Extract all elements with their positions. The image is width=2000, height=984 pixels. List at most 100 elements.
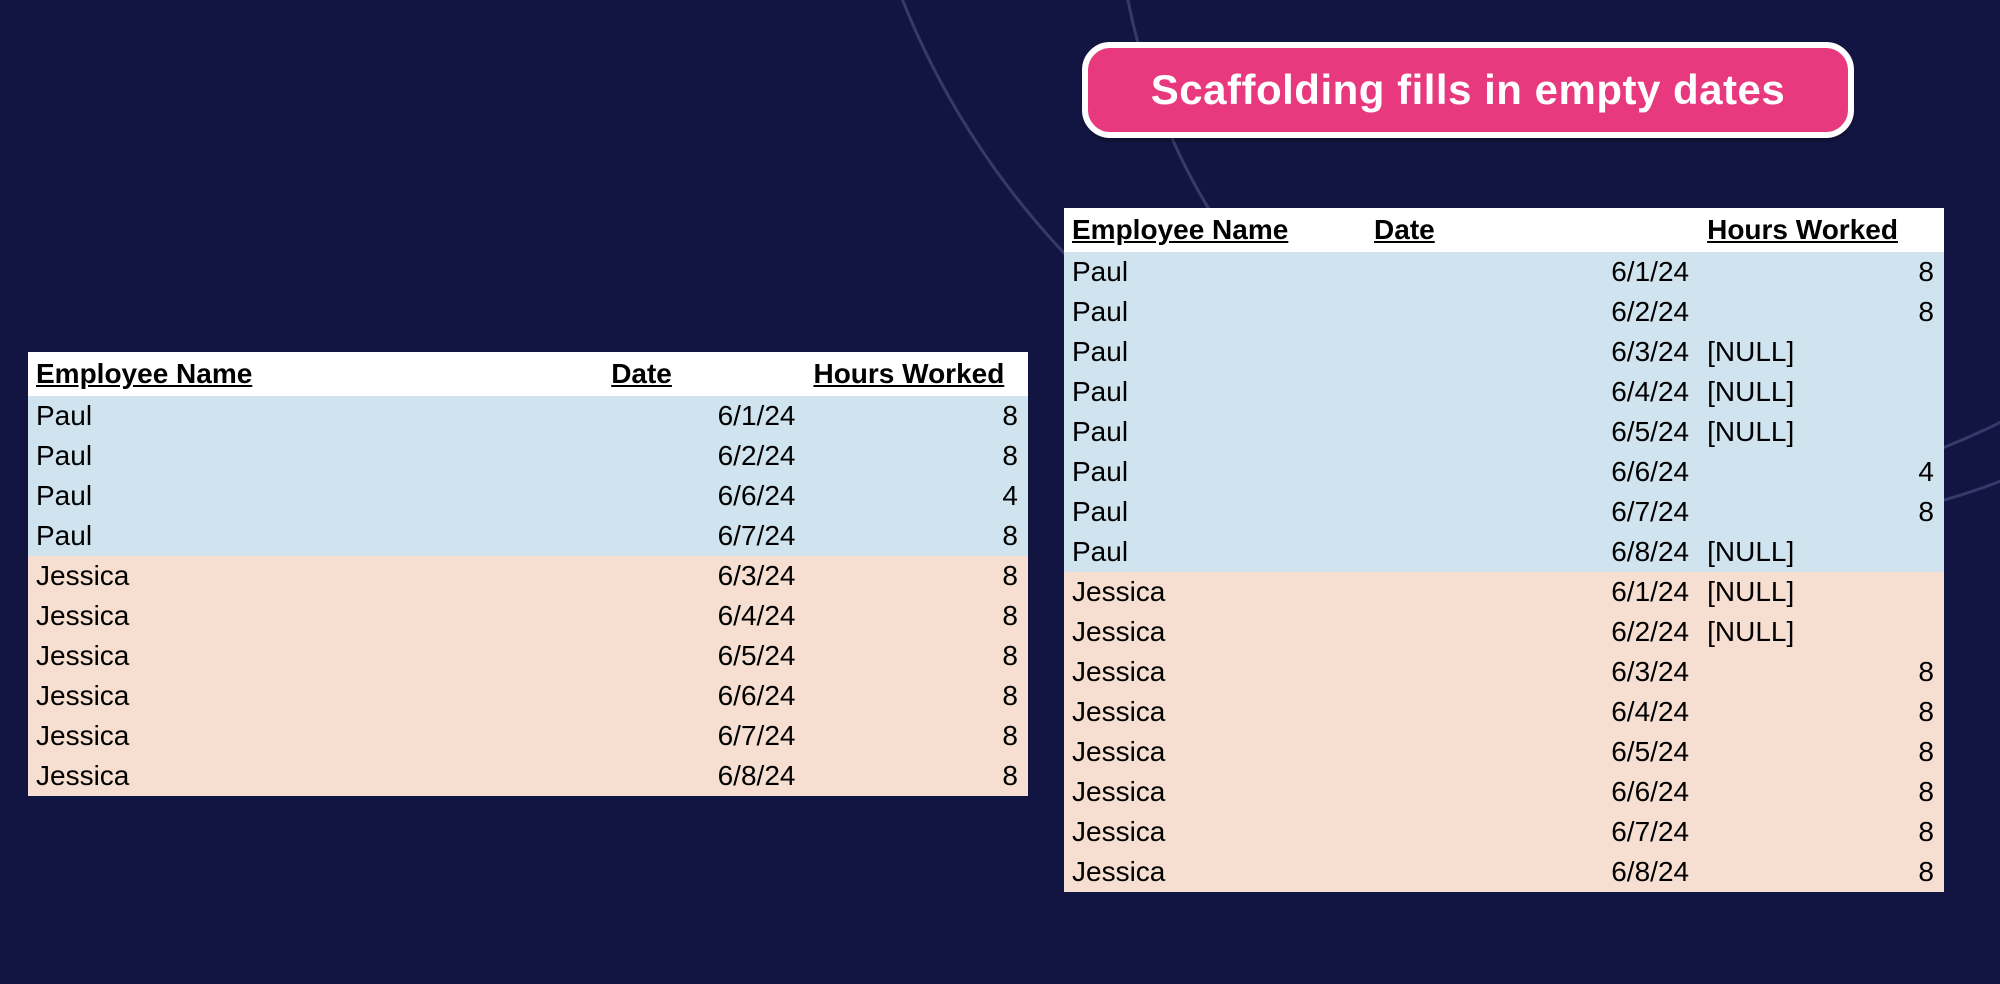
- table-row: Jessica6/4/248: [1064, 692, 1944, 732]
- table-row: Paul6/1/248: [28, 396, 1028, 436]
- table-row: Jessica6/3/248: [1064, 652, 1944, 692]
- cell-date: 6/7/24: [603, 716, 805, 756]
- cell-hours-worked: 8: [805, 636, 1028, 676]
- cell-hours-worked: [NULL]: [1699, 332, 1944, 372]
- cell-hours-worked: 8: [1699, 252, 1944, 292]
- table-header-row: Employee Name Date Hours Worked: [1064, 208, 1944, 252]
- cell-hours-worked: 8: [1699, 732, 1944, 772]
- table-header-row: Employee Name Date Hours Worked: [28, 352, 1028, 396]
- cell-hours-worked: 8: [1699, 292, 1944, 332]
- callout-title: Scaffolding fills in empty dates: [1082, 42, 1854, 138]
- cell-date: 6/1/24: [1366, 572, 1699, 612]
- cell-employee-name: Jessica: [28, 756, 603, 796]
- cell-date: 6/5/24: [603, 636, 805, 676]
- cell-date: 6/3/24: [1366, 332, 1699, 372]
- cell-hours-worked: [NULL]: [1699, 532, 1944, 572]
- cell-date: 6/6/24: [603, 676, 805, 716]
- table-row: Jessica6/6/248: [28, 676, 1028, 716]
- table-row: Jessica6/8/248: [28, 756, 1028, 796]
- table-row: Jessica6/7/248: [28, 716, 1028, 756]
- cell-date: 6/6/24: [1366, 772, 1699, 812]
- cell-employee-name: Jessica: [1064, 812, 1366, 852]
- col-header-date: Date: [603, 352, 805, 396]
- table-row: Jessica6/2/24[NULL]: [1064, 612, 1944, 652]
- table-row: Paul6/8/24[NULL]: [1064, 532, 1944, 572]
- col-header-employee-name: Employee Name: [1064, 208, 1366, 252]
- cell-hours-worked: 8: [1699, 852, 1944, 892]
- col-header-hours-worked: Hours Worked: [805, 352, 1028, 396]
- table-row: Paul6/7/248: [28, 516, 1028, 556]
- cell-employee-name: Jessica: [1064, 772, 1366, 812]
- table-row: Jessica6/5/248: [28, 636, 1028, 676]
- cell-hours-worked: 8: [805, 676, 1028, 716]
- cell-date: 6/2/24: [1366, 612, 1699, 652]
- cell-date: 6/6/24: [1366, 452, 1699, 492]
- cell-date: 6/3/24: [603, 556, 805, 596]
- cell-employee-name: Paul: [1064, 412, 1366, 452]
- cell-date: 6/7/24: [603, 516, 805, 556]
- cell-employee-name: Jessica: [28, 676, 603, 716]
- col-header-date: Date: [1366, 208, 1699, 252]
- table-row: Paul6/7/248: [1064, 492, 1944, 532]
- cell-hours-worked: [NULL]: [1699, 412, 1944, 452]
- cell-hours-worked: 4: [805, 476, 1028, 516]
- cell-date: 6/2/24: [1366, 292, 1699, 332]
- cell-hours-worked: 8: [805, 516, 1028, 556]
- cell-date: 6/4/24: [1366, 372, 1699, 412]
- cell-hours-worked: 8: [1699, 772, 1944, 812]
- cell-employee-name: Paul: [28, 436, 603, 476]
- cell-employee-name: Jessica: [1064, 732, 1366, 772]
- cell-date: 6/2/24: [603, 436, 805, 476]
- cell-employee-name: Jessica: [1064, 572, 1366, 612]
- cell-employee-name: Paul: [1064, 252, 1366, 292]
- scaffolded-table: Employee Name Date Hours Worked Paul6/1/…: [1064, 208, 1944, 892]
- cell-employee-name: Jessica: [1064, 692, 1366, 732]
- col-header-hours-worked: Hours Worked: [1699, 208, 1944, 252]
- cell-hours-worked: 8: [1699, 812, 1944, 852]
- cell-employee-name: Paul: [1064, 332, 1366, 372]
- cell-date: 6/4/24: [603, 596, 805, 636]
- cell-hours-worked: 8: [1699, 652, 1944, 692]
- cell-date: 6/7/24: [1366, 492, 1699, 532]
- cell-hours-worked: 8: [1699, 692, 1944, 732]
- table-row: Paul6/1/248: [1064, 252, 1944, 292]
- cell-hours-worked: 8: [805, 556, 1028, 596]
- cell-date: 6/7/24: [1366, 812, 1699, 852]
- table-row: Paul6/3/24[NULL]: [1064, 332, 1944, 372]
- table-row: Jessica6/7/248: [1064, 812, 1944, 852]
- cell-date: 6/6/24: [603, 476, 805, 516]
- cell-hours-worked: [NULL]: [1699, 572, 1944, 612]
- cell-date: 6/8/24: [1366, 852, 1699, 892]
- cell-date: 6/8/24: [603, 756, 805, 796]
- cell-hours-worked: [NULL]: [1699, 612, 1944, 652]
- cell-hours-worked: 8: [1699, 492, 1944, 532]
- cell-hours-worked: 8: [805, 436, 1028, 476]
- cell-date: 6/1/24: [1366, 252, 1699, 292]
- cell-employee-name: Paul: [28, 516, 603, 556]
- cell-date: 6/8/24: [1366, 532, 1699, 572]
- table-row: Jessica6/6/248: [1064, 772, 1944, 812]
- cell-employee-name: Paul: [1064, 372, 1366, 412]
- cell-employee-name: Jessica: [28, 556, 603, 596]
- cell-hours-worked: 8: [805, 756, 1028, 796]
- table-row: Paul6/6/244: [28, 476, 1028, 516]
- table-row: Jessica6/5/248: [1064, 732, 1944, 772]
- cell-hours-worked: 8: [805, 716, 1028, 756]
- table-row: Jessica6/3/248: [28, 556, 1028, 596]
- cell-date: 6/1/24: [603, 396, 805, 436]
- table-row: Jessica6/1/24[NULL]: [1064, 572, 1944, 612]
- cell-hours-worked: 8: [805, 396, 1028, 436]
- table-row: Paul6/2/248: [28, 436, 1028, 476]
- cell-employee-name: Paul: [1064, 492, 1366, 532]
- cell-employee-name: Jessica: [1064, 852, 1366, 892]
- cell-date: 6/4/24: [1366, 692, 1699, 732]
- cell-employee-name: Paul: [28, 396, 603, 436]
- cell-hours-worked: 4: [1699, 452, 1944, 492]
- table-row: Jessica6/8/248: [1064, 852, 1944, 892]
- col-header-employee-name: Employee Name: [28, 352, 603, 396]
- cell-employee-name: Jessica: [28, 596, 603, 636]
- table-row: Paul6/2/248: [1064, 292, 1944, 332]
- cell-employee-name: Paul: [1064, 532, 1366, 572]
- cell-employee-name: Jessica: [28, 636, 603, 676]
- table-row: Paul6/6/244: [1064, 452, 1944, 492]
